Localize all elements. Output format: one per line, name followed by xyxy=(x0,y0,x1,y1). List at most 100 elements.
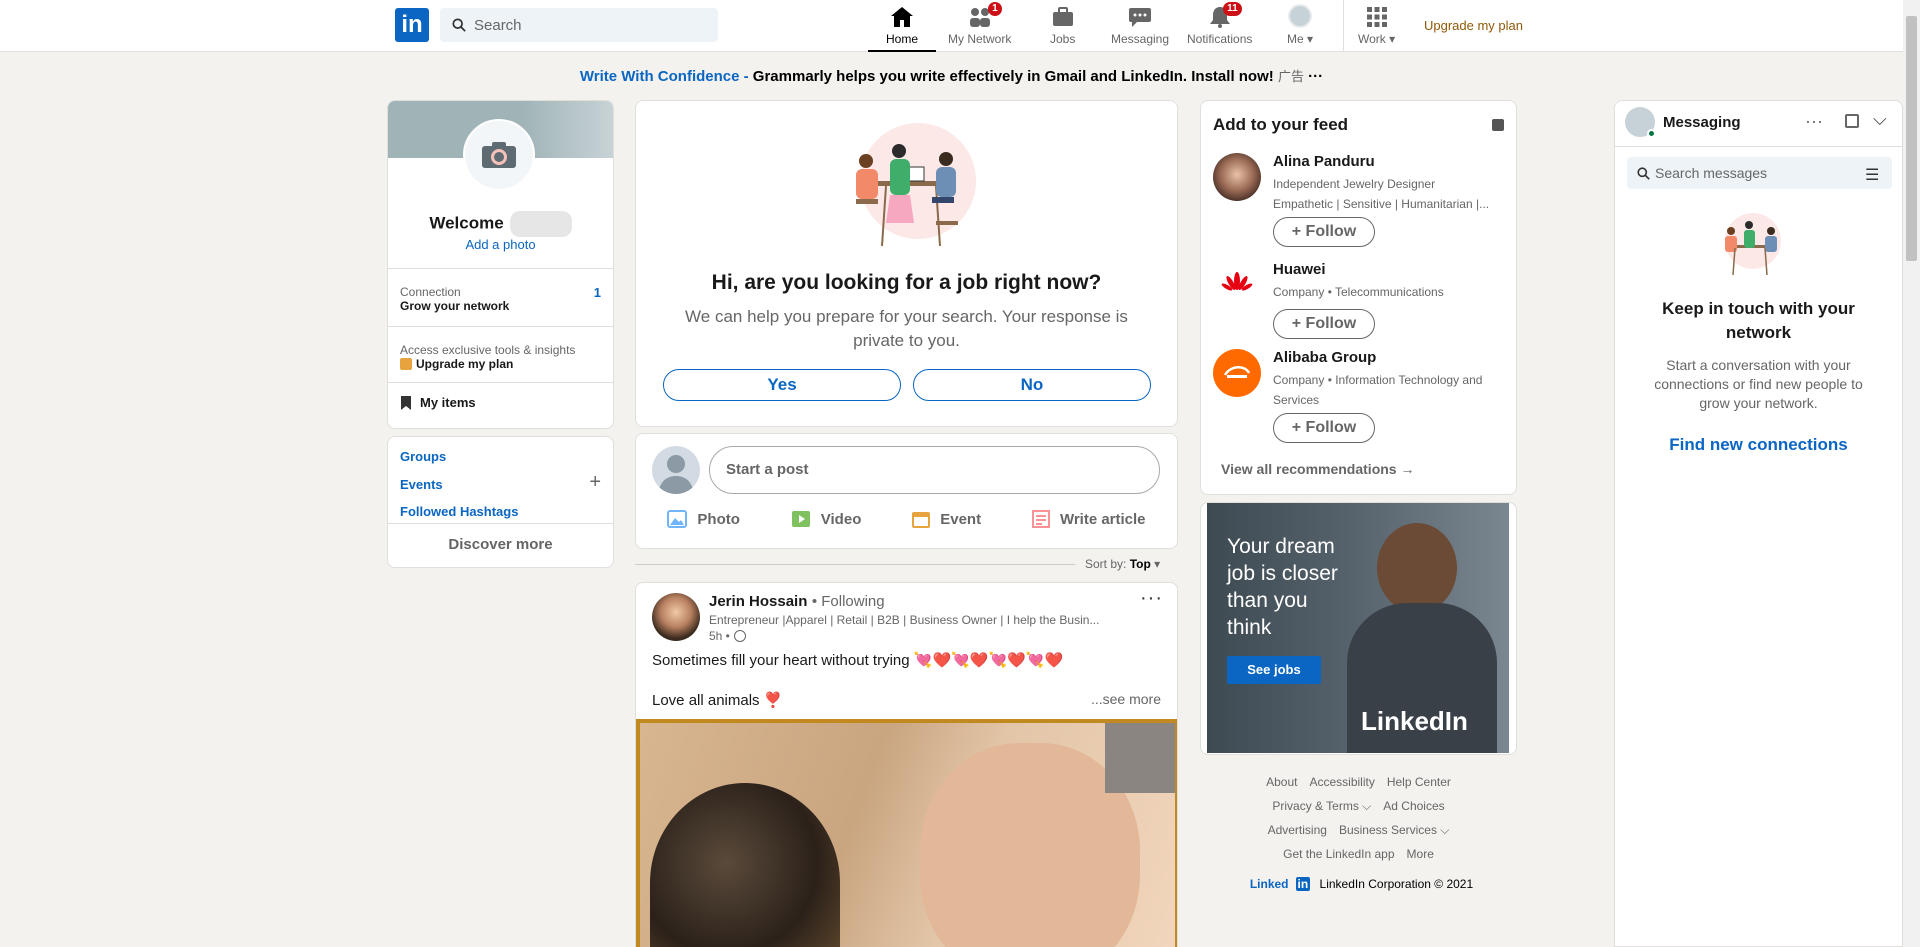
community-card: Groups Events + Followed Hashtags Discov… xyxy=(387,436,614,568)
footer-brand: Linked in xyxy=(1244,877,1316,891)
premium-upgrade: Upgrade my plan xyxy=(416,357,514,371)
nav-home[interactable]: Home xyxy=(867,4,937,52)
filter-icon[interactable]: ☰ xyxy=(1865,165,1879,185)
compose-icon[interactable] xyxy=(1845,114,1859,128)
huawei-logo[interactable] xyxy=(1213,261,1261,309)
profile-avatar[interactable] xyxy=(463,119,535,191)
sort-value: Top xyxy=(1129,557,1151,571)
more-icon[interactable]: ··· xyxy=(1805,111,1823,132)
ad-brand-text: LinkedIn xyxy=(1361,706,1468,736)
alibaba-logo[interactable] xyxy=(1213,349,1261,397)
promo-tag: 广告 xyxy=(1277,69,1304,84)
add-to-feed-card: Add to your feed Alina Panduru Independe… xyxy=(1200,100,1517,495)
events-link[interactable]: Events xyxy=(400,477,443,492)
write-article-button[interactable]: Write article xyxy=(1031,510,1146,528)
footer-link[interactable]: Ad Choices xyxy=(1383,799,1444,813)
start-post-input[interactable]: Start a post xyxy=(709,446,1160,494)
reco-name[interactable]: Huawei xyxy=(1273,261,1326,278)
no-button[interactable]: No xyxy=(913,369,1151,401)
nav-jobs[interactable]: Jobs xyxy=(1050,4,1075,50)
nav-my-network[interactable]: 1 My Network xyxy=(948,2,1011,50)
premium-icon xyxy=(400,358,412,370)
footer-brand-text: Linked xyxy=(1249,877,1289,891)
reco-avatar[interactable] xyxy=(1213,153,1261,201)
notifications-badge: 11 xyxy=(1223,2,1242,16)
see-jobs-button[interactable]: See jobs xyxy=(1227,656,1321,684)
connection-section[interactable]: Connection Grow your network 1 xyxy=(388,268,613,326)
author-headline: Entrepreneur |Apparel | Retail | B2B | B… xyxy=(709,613,1100,627)
my-items[interactable]: My items xyxy=(388,382,613,428)
promo-link[interactable]: Write With Confidence - xyxy=(580,68,749,85)
footer-link[interactable]: Business Services ⌵ xyxy=(1339,823,1449,837)
sort-label: Sort by: xyxy=(1085,557,1127,571)
reco-desc-2: Empathetic | Sensitive | Humanitarian |.… xyxy=(1273,197,1490,211)
messaging-heading: Keep in touch with your network xyxy=(1662,299,1855,342)
hashtags-link[interactable]: Followed Hashtags xyxy=(400,504,518,519)
sort-control[interactable]: Sort by: Top ▾ xyxy=(1085,557,1160,571)
top-nav: in Search Home 1 My Network Jobs Messagi… xyxy=(0,0,1903,52)
discover-more-button[interactable]: Discover more xyxy=(388,523,613,569)
premium-section[interactable]: Access exclusive tools & insights Upgrad… xyxy=(388,326,613,382)
nav-notifications[interactable]: 11 Notifications xyxy=(1187,2,1252,50)
messaging-title: Messaging xyxy=(1663,114,1741,131)
search-icon xyxy=(1637,167,1650,180)
add-icon[interactable]: + xyxy=(589,471,601,494)
home-icon xyxy=(891,7,913,27)
photo-label: Photo xyxy=(697,510,740,528)
nav-messaging-label: Messaging xyxy=(1111,32,1170,46)
follow-button[interactable]: + Follow xyxy=(1273,309,1375,339)
yes-button[interactable]: Yes xyxy=(663,369,901,401)
footer-link[interactable]: Privacy & Terms ⌵ xyxy=(1272,799,1371,813)
scrollbar-thumb[interactable] xyxy=(1906,16,1917,261)
article-icon xyxy=(1031,510,1050,528)
nav-work[interactable]: Work ▾ xyxy=(1358,4,1395,50)
page-scrollbar[interactable] xyxy=(1903,0,1920,947)
search-box[interactable]: Search xyxy=(440,8,718,42)
footer-link[interactable]: Get the LinkedIn app xyxy=(1283,847,1394,861)
camera-icon xyxy=(482,142,516,168)
more-icon[interactable]: ··· xyxy=(1308,68,1323,85)
footer-link[interactable]: More xyxy=(1407,847,1434,861)
nav-me[interactable]: Me ▾ xyxy=(1287,4,1313,50)
caret-down-icon: ▾ xyxy=(1389,32,1396,46)
linkedin-logo[interactable]: in xyxy=(395,8,429,42)
grid-icon xyxy=(1366,7,1387,27)
find-connections-link[interactable]: Find new connections xyxy=(1615,435,1902,455)
follow-button[interactable]: + Follow xyxy=(1273,413,1375,443)
ad-card[interactable]: Your dream job is closer than you think … xyxy=(1200,502,1517,755)
my-items-label: My items xyxy=(420,395,476,410)
add-photo-link[interactable]: Add a photo xyxy=(388,237,613,252)
nav-messaging[interactable]: Messaging xyxy=(1111,4,1169,50)
author-avatar[interactable] xyxy=(652,593,700,641)
user-avatar[interactable] xyxy=(652,446,700,494)
footer-link[interactable]: About xyxy=(1266,775,1297,789)
linkedin-in-icon: in xyxy=(1295,877,1311,891)
reco-name[interactable]: Alibaba Group xyxy=(1273,349,1376,366)
groups-link[interactable]: Groups xyxy=(400,449,446,464)
more-options-icon[interactable]: ··· xyxy=(1140,587,1163,610)
footer-link[interactable]: Advertising xyxy=(1268,823,1327,837)
see-more-link[interactable]: ...see more xyxy=(1091,691,1161,707)
post-video[interactable] xyxy=(636,719,1177,947)
illustration xyxy=(856,123,976,247)
messaging-header[interactable]: Messaging ··· ⌵ xyxy=(1615,101,1902,147)
message-search-input[interactable]: Search messages xyxy=(1627,157,1892,189)
info-icon[interactable] xyxy=(1492,119,1504,131)
upgrade-link[interactable]: Upgrade my plan xyxy=(1424,18,1523,33)
video-button[interactable]: Video xyxy=(791,510,861,528)
view-all-recommendations[interactable]: View all recommendations → xyxy=(1221,461,1414,477)
post-composer: Start a post Photo Video Event Write art… xyxy=(635,433,1178,549)
footer-link[interactable]: Help Center xyxy=(1387,775,1451,789)
video-icon xyxy=(791,511,810,527)
event-button[interactable]: Event xyxy=(912,510,981,528)
feed-reco-title: Add to your feed xyxy=(1213,115,1349,134)
reco-desc-1: Independent Jewelry Designer xyxy=(1273,177,1436,191)
photo-button[interactable]: Photo xyxy=(667,510,740,528)
briefcase-icon xyxy=(1052,7,1073,26)
chevron-down-icon[interactable]: ⌵ xyxy=(1873,109,1887,130)
footer-link[interactable]: Accessibility xyxy=(1309,775,1374,789)
article-label: Write article xyxy=(1059,510,1146,528)
author-name[interactable]: Jerin Hossain xyxy=(709,593,807,610)
reco-name[interactable]: Alina Panduru xyxy=(1273,153,1375,170)
follow-button[interactable]: + Follow xyxy=(1273,217,1375,247)
